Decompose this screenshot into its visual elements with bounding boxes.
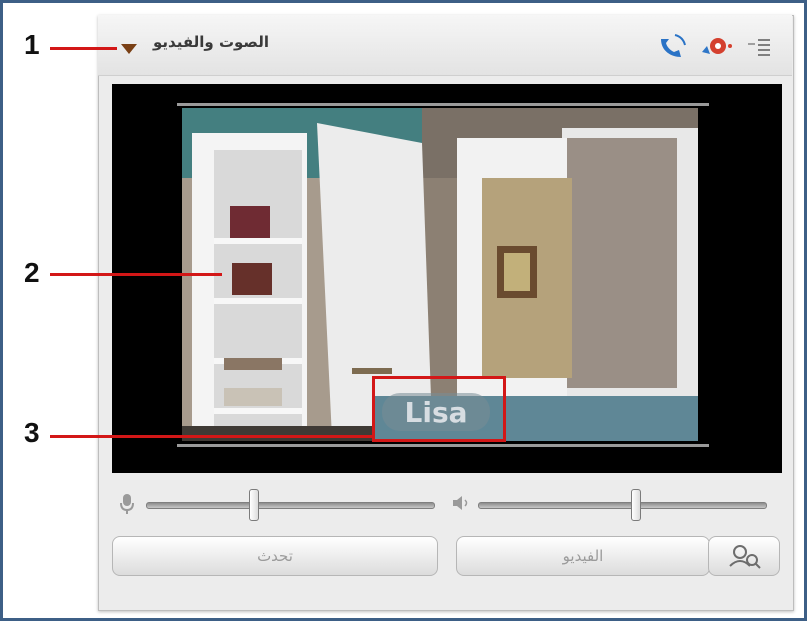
microphone-volume-track[interactable] (146, 502, 435, 509)
video-top-border (177, 103, 709, 106)
list-menu-icon[interactable] (748, 37, 774, 65)
speaker-volume-track[interactable] (478, 502, 767, 509)
speaker-icon (451, 494, 471, 516)
video-bottom-border (177, 444, 709, 447)
speaker-volume-thumb[interactable] (631, 489, 641, 521)
microphone-volume-thumb[interactable] (249, 489, 259, 521)
annotation-highlight-box (372, 376, 506, 442)
settings-gear-icon[interactable] (700, 32, 736, 64)
annotation-number-2: 2 (24, 257, 40, 288)
annotation-line-1 (50, 47, 117, 50)
search-person-icon (729, 545, 761, 569)
video-button[interactable]: الفيديو (456, 536, 710, 576)
annotation-number-1: 1 (24, 29, 40, 60)
phone-call-icon[interactable] (655, 33, 687, 65)
panel-title[interactable]: الصوت والفيديو (153, 33, 269, 51)
annotation-line-3 (50, 435, 374, 438)
talk-button[interactable]: تحدث (112, 536, 438, 576)
microphone-icon (119, 493, 135, 519)
participant-search-button[interactable] (708, 536, 780, 576)
panel-menu-dropdown-arrow[interactable] (121, 44, 137, 54)
annotation-number-3: 3 (24, 417, 40, 448)
annotation-line-2 (50, 273, 222, 276)
